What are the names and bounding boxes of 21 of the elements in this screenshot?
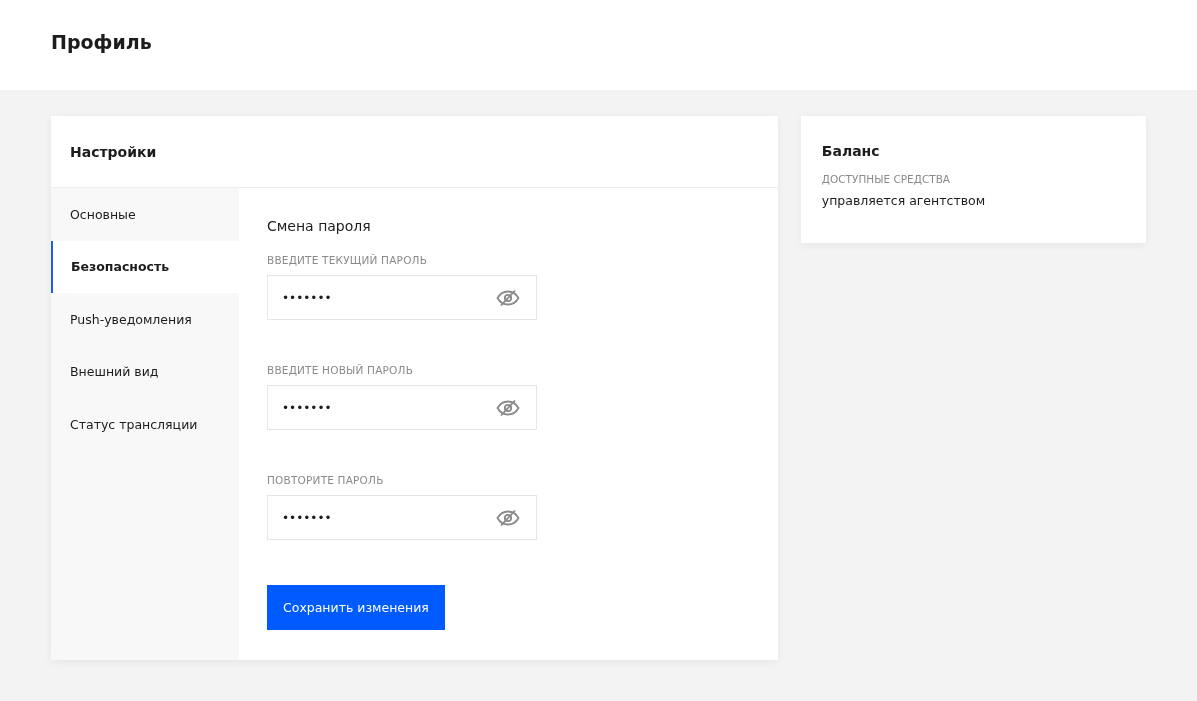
settings-tab[interactable]: Основные — [51, 188, 239, 241]
eye-slash-icon[interactable] — [496, 508, 520, 527]
eye-slash-icon[interactable] — [496, 288, 520, 307]
card-title: Настройки — [70, 143, 157, 160]
settings-tab[interactable]: Безопасность — [51, 240, 239, 293]
balance-value: управляется агентством — [821, 193, 987, 208]
field-label: ПОВТОРИТЕ ПАРОЛЬ — [267, 474, 385, 486]
settings-tab[interactable]: Статус трансляции — [51, 398, 239, 451]
settings-tab[interactable]: Push-уведомления — [51, 293, 239, 346]
settings-tab[interactable]: Внешний вид — [51, 345, 239, 398]
eye-slash-icon[interactable] — [496, 398, 520, 417]
page-title: Профиль — [51, 31, 152, 53]
card-title: Баланс — [821, 143, 881, 159]
field-label: ВВЕДИТЕ НОВЫЙ ПАРОЛЬ — [267, 364, 415, 376]
password-field[interactable]: ••••••• — [267, 275, 537, 320]
balance-label: ДОСТУПНЫЕ СРЕДСТВА — [821, 173, 952, 185]
field-label: ВВЕДИТЕ ТЕКУЩИЙ ПАРОЛЬ — [267, 254, 429, 266]
password-field[interactable]: ••••••• — [267, 495, 537, 540]
section-title: Смена пароля — [267, 218, 372, 234]
save-button[interactable]: Сохранить изменения — [267, 585, 445, 630]
password-field[interactable]: ••••••• — [267, 385, 537, 430]
